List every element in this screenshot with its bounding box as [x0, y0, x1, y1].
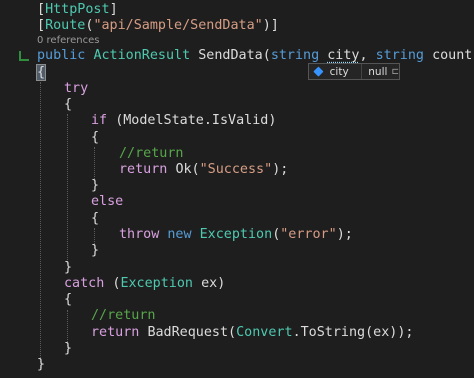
indent-guide [40, 82, 41, 370]
code-line[interactable]: public ActionResult SendData(string city… [37, 47, 474, 65]
parameter-city[interactable]: city [327, 48, 359, 63]
attribute-name: Route [45, 18, 86, 33]
code-line[interactable]: } [91, 242, 99, 260]
type-name: Exception [199, 227, 273, 242]
code-line[interactable]: } [64, 340, 72, 358]
code-line[interactable]: { [35, 64, 47, 82]
method-call: BadRequest( [147, 325, 237, 340]
type-name: ActionResult [93, 48, 191, 63]
string-literal: "Success" [199, 162, 273, 177]
code-line[interactable]: catch (Exception ex) [64, 275, 225, 293]
comment: //return [91, 308, 156, 323]
code-line[interactable]: [Route("api/Sample/SendData")] [37, 17, 279, 35]
indent-guide [67, 114, 68, 264]
keyword: throw [119, 227, 160, 242]
datatip-variable-name: city [329, 65, 349, 78]
keyword: catch [64, 276, 105, 291]
keyword: else [91, 194, 124, 209]
field-icon [313, 66, 324, 77]
keyword: string [270, 48, 320, 63]
code-line[interactable]: { [64, 96, 72, 114]
condition: (ModelState.IsValid) [115, 113, 277, 128]
statement-end: ); [272, 162, 289, 177]
code-line[interactable]: return BadRequest(Convert.ToString(ex)); [91, 324, 414, 342]
datatip-value[interactable]: null [368, 66, 387, 78]
keyword: return [119, 162, 168, 177]
method-name: SendData [198, 48, 263, 63]
matched-brace: { [35, 64, 47, 81]
code-line[interactable]: } [37, 356, 45, 374]
attribute-name: HttpPost [45, 2, 110, 17]
datatip-popup[interactable]: city null ⊏ [308, 63, 400, 80]
code-line[interactable]: throw new Exception("error"); [119, 226, 353, 244]
variable: ex [201, 276, 218, 291]
type-name: Convert [236, 325, 293, 340]
code-line[interactable]: else [91, 193, 123, 211]
datatip-divider [361, 64, 363, 79]
keyword: public [37, 48, 86, 63]
keyword: if [91, 113, 108, 128]
statement-end: ); [336, 227, 353, 242]
code-line[interactable]: return Ok("Success"); [119, 161, 288, 179]
codelens-references[interactable]: 0 references [37, 34, 100, 48]
string-literal: "api/Sample/SendData" [93, 18, 263, 33]
code-line[interactable]: { [64, 291, 72, 309]
keyword: string [375, 48, 424, 63]
keyword: new [167, 227, 192, 242]
method-call: .ToString(ex)); [292, 325, 414, 340]
code-line[interactable]: if (ModelState.IsValid) [91, 112, 276, 130]
comment: //return [119, 146, 184, 161]
pin-icon[interactable]: ⊏ [391, 67, 399, 77]
keyword: try [64, 81, 89, 96]
keyword: return [91, 325, 140, 340]
code-line[interactable]: { [91, 129, 99, 147]
code-line[interactable]: //return [91, 307, 156, 325]
string-literal: "error" [280, 227, 337, 242]
code-line[interactable]: { [91, 210, 99, 228]
type-name: Exception [120, 276, 193, 291]
code-editor[interactable]: [HttpPost] [Route("api/Sample/SendData")… [0, 0, 474, 378]
method-call: Ok( [175, 162, 200, 177]
parameter-country: country [432, 48, 474, 63]
change-marker-icon [19, 51, 29, 61]
indent-guide [94, 147, 95, 181]
